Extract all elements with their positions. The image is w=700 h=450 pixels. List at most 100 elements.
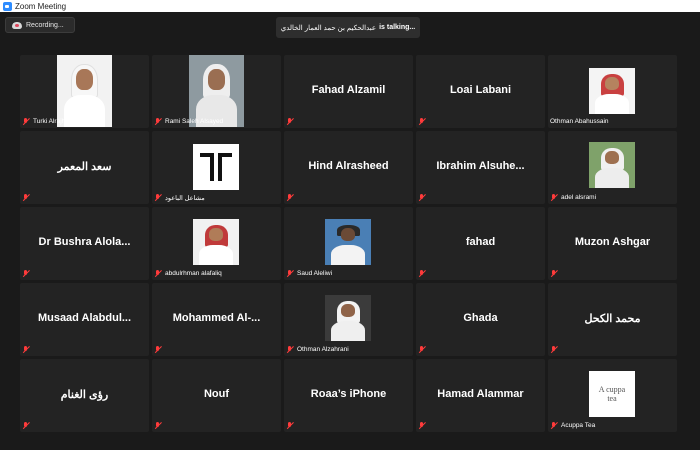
- participant-display-name: Dr Bushra Alola...: [38, 236, 131, 248]
- active-speaker-suffix: is talking...: [379, 24, 416, 31]
- participant-display-name: Roaa’s iPhone: [310, 388, 387, 400]
- muted-mic-icon: [550, 345, 558, 354]
- participant-tile[interactable]: محمد الكحل: [548, 283, 677, 356]
- muted-mic-icon: [22, 421, 30, 430]
- participant-name: Turki Alrajhi: [33, 118, 67, 125]
- participant-tile[interactable]: A cuppa tea Acuppa Tea: [548, 359, 677, 432]
- muted-mic-icon: [154, 269, 162, 278]
- participant-tile[interactable]: Rami Saleh Alsayed: [152, 55, 281, 128]
- participant-display-name: Mohammed Al-...: [172, 312, 261, 324]
- participant-display-name: رؤى الغنام: [60, 389, 109, 401]
- participant-name: Rami Saleh Alsayed: [165, 118, 224, 125]
- muted-mic-icon: [418, 269, 426, 278]
- tile-footer: [154, 421, 165, 430]
- tile-footer: [418, 269, 429, 278]
- participant-logo: [193, 144, 239, 190]
- muted-mic-icon: [286, 421, 294, 430]
- participant-tile[interactable]: Loai Labani: [416, 55, 545, 128]
- tile-footer: [550, 269, 561, 278]
- participant-tile[interactable]: adel alsrami: [548, 131, 677, 204]
- meeting-stage: Recording... عبدالحكيم بن حمد العمار الخ…: [0, 12, 700, 450]
- participant-tile[interactable]: Turki Alrajhi: [20, 55, 149, 128]
- participant-display-name: Loai Labani: [449, 84, 512, 96]
- participant-tile[interactable]: مشاعل الباعود: [152, 131, 281, 204]
- participant-tile[interactable]: fahad: [416, 207, 545, 280]
- participant-tile[interactable]: Roaa’s iPhone: [284, 359, 413, 432]
- acuppa-logo-line2: tea: [607, 394, 617, 403]
- participant-name: Acuppa Tea: [561, 422, 596, 429]
- participant-photo: [325, 295, 371, 341]
- muted-mic-icon: [418, 193, 426, 202]
- participant-display-name: محمد الكحل: [584, 313, 641, 325]
- tile-footer: adel alsrami: [550, 193, 596, 202]
- participant-tile[interactable]: Othman Alzahrani: [284, 283, 413, 356]
- participant-display-name: Ibrahim Alsuhe...: [436, 160, 525, 172]
- participant-display-name: Muzon Ashgar: [574, 236, 651, 248]
- participant-tile[interactable]: رؤى الغنام: [20, 359, 149, 432]
- muted-mic-icon: [550, 269, 558, 278]
- tile-footer: [22, 421, 33, 430]
- tile-footer: [286, 117, 297, 126]
- participant-tile[interactable]: Ghada: [416, 283, 545, 356]
- tile-footer: [550, 345, 561, 354]
- participant-name: Saud Aleliwi: [297, 270, 333, 277]
- participant-photo: [325, 219, 371, 265]
- muted-mic-icon: [418, 345, 426, 354]
- muted-mic-icon: [22, 269, 30, 278]
- muted-mic-icon: [286, 193, 294, 202]
- tile-footer: abdulrhman alafaliq: [154, 269, 222, 278]
- participant-display-name: Fahad Alzamil: [311, 84, 386, 96]
- participant-name: Othman Alzahrani: [297, 346, 349, 353]
- muted-mic-icon: [550, 193, 558, 202]
- participant-tile[interactable]: Muzon Ashgar: [548, 207, 677, 280]
- participant-name: Othman Abahussain: [550, 118, 609, 125]
- tile-footer: [154, 345, 165, 354]
- participant-tile[interactable]: Othman Abahussain: [548, 55, 677, 128]
- participant-photo: [193, 219, 239, 265]
- acuppa-logo-line1: A cuppa: [598, 385, 626, 394]
- participant-name: مشاعل الباعود: [165, 194, 205, 202]
- title-bar: Zoom Meeting: [0, 0, 700, 12]
- participant-tile[interactable]: Ibrahim Alsuhe...: [416, 131, 545, 204]
- participant-photo: [589, 68, 635, 114]
- participant-display-name: Ghada: [463, 312, 498, 324]
- participant-display-name: Hind Alrasheed: [308, 160, 389, 172]
- participant-tile[interactable]: Saud Aleliwi: [284, 207, 413, 280]
- participant-display-name: Musaad Alabdul...: [37, 312, 132, 324]
- participant-tile[interactable]: Dr Bushra Alola...: [20, 207, 149, 280]
- window-title: Zoom Meeting: [15, 1, 67, 11]
- participant-tile[interactable]: Hamad Alammar: [416, 359, 545, 432]
- participant-name: abdulrhman alafaliq: [165, 270, 222, 277]
- muted-mic-icon: [22, 193, 30, 202]
- participant-tile[interactable]: Fahad Alzamil: [284, 55, 413, 128]
- muted-mic-icon: [418, 421, 426, 430]
- tile-footer: [286, 421, 297, 430]
- participant-logo: A cuppa tea: [589, 371, 635, 417]
- participant-tile[interactable]: abdulrhman alafaliq: [152, 207, 281, 280]
- tile-footer: [418, 117, 429, 126]
- muted-mic-icon: [154, 421, 162, 430]
- participant-tile[interactable]: Nouf: [152, 359, 281, 432]
- tile-footer: Saud Aleliwi: [286, 269, 332, 278]
- active-speaker-name: عبدالحكيم بن حمد العمار الخالدي: [280, 24, 377, 32]
- participant-tile[interactable]: سعد المعمر: [20, 131, 149, 204]
- tile-footer: Turki Alrajhi: [22, 117, 67, 126]
- tile-footer: [418, 421, 429, 430]
- recording-label: Recording...: [26, 21, 64, 29]
- muted-mic-icon: [418, 117, 426, 126]
- muted-mic-icon: [154, 193, 162, 202]
- tile-footer: [286, 193, 297, 202]
- participant-tile[interactable]: Musaad Alabdul...: [20, 283, 149, 356]
- participant-tile[interactable]: Hind Alrasheed: [284, 131, 413, 204]
- cloud-recording-icon: [12, 21, 22, 29]
- muted-mic-icon: [286, 117, 294, 126]
- muted-mic-icon: [22, 345, 30, 354]
- tile-footer: Othman Alzahrani: [286, 345, 349, 354]
- tile-footer: [22, 193, 33, 202]
- tile-footer: مشاعل الباعود: [154, 193, 205, 202]
- recording-indicator[interactable]: Recording...: [5, 17, 75, 33]
- muted-mic-icon: [154, 117, 162, 126]
- tile-footer: [22, 345, 33, 354]
- participant-tile[interactable]: Mohammed Al-...: [152, 283, 281, 356]
- tile-footer: [22, 269, 33, 278]
